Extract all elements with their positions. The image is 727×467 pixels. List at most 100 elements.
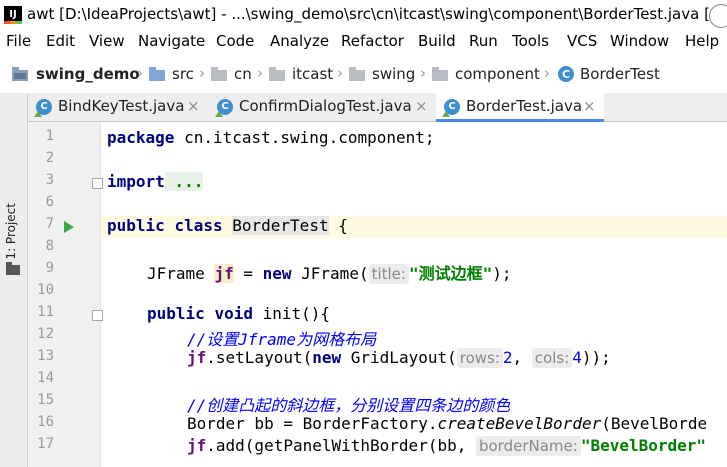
code-comment[interactable]: //设置Jframe为网格布局 [187, 326, 376, 350]
code-token: Border bb = BorderFactory. [187, 414, 438, 433]
code-text[interactable]: public void init(){ [147, 304, 330, 323]
code-text[interactable]: jf.setLayout(new GridLayout(rows: 2, cols… [187, 348, 611, 368]
line-number: 2 [45, 150, 54, 166]
line-number: 13 [37, 348, 54, 364]
code-line: 16 Border bb = BorderFactory.createBevel… [0, 414, 727, 436]
breadcrumb-item-swing[interactable]: swing [372, 65, 415, 83]
title-bar: IJ awt [D:\IdeaProjects\awt] - ...\swing… [0, 0, 727, 31]
chevron-right-icon: › [137, 64, 143, 82]
keyword: new [312, 348, 342, 367]
line-number: 12 [37, 326, 54, 342]
menu-help[interactable]: Help [685, 32, 719, 50]
keyword: class [174, 216, 223, 235]
code-text[interactable]: jf.add(getPanelWithBorder(bb, borderName… [187, 436, 706, 456]
line-number: 11 [37, 304, 54, 320]
window-control-button[interactable] [709, 4, 727, 28]
folded-imports[interactable]: ... [164, 172, 204, 191]
code-line: 15 //创建凸起的斜边框，分别设置四条边的颜色 [0, 392, 727, 416]
keyword: void [214, 304, 253, 323]
tab-label: ConfirmDialogTest.java [239, 97, 412, 115]
code-text[interactable]: Border bb = BorderFactory.createBevelBor… [187, 414, 707, 433]
menu-navigate[interactable]: Navigate [138, 32, 205, 50]
fold-expand-icon[interactable] [92, 178, 103, 189]
class-name: BorderTest [232, 216, 329, 235]
close-icon[interactable]: × [415, 97, 428, 115]
code-line: 11 public void init(){ [0, 304, 727, 326]
menu-run[interactable]: Run [469, 32, 498, 50]
tab-confirmdialogtest[interactable]: C ConfirmDialogTest.java × [209, 93, 435, 121]
java-class-icon: C [215, 99, 233, 117]
menu-tools[interactable]: Tools [512, 32, 549, 50]
code-token: .add(getPanelWithBorder(bb, [206, 436, 476, 455]
code-line: 14 [0, 370, 727, 392]
parameter-hint: cols: [531, 348, 573, 368]
tab-bordertest[interactable]: C BorderTest.java × [436, 93, 604, 122]
code-token: { [328, 216, 348, 235]
close-icon[interactable]: × [187, 97, 200, 115]
chevron-right-icon: › [257, 64, 263, 82]
parameter-hint: borderName: [475, 436, 581, 456]
line-number: 10 [37, 282, 54, 298]
code-comment[interactable]: //创建凸起的斜边框，分别设置四条边的颜色 [187, 392, 510, 416]
keyword: import [107, 172, 165, 191]
code-token: )); [581, 348, 611, 367]
module-folder-icon [12, 67, 28, 81]
line-number: 1 [45, 128, 54, 144]
close-icon[interactable]: × [583, 97, 596, 115]
menu-bar: File Edit View Navigate Code Analyze Ref… [0, 30, 727, 52]
number-literal: 4 [572, 348, 582, 367]
breadcrumb-item-swing-demo[interactable]: swing_demo [36, 65, 140, 83]
chevron-right-icon: › [199, 64, 205, 82]
line-number: 8 [45, 238, 54, 254]
intellij-logo-icon: IJ [4, 6, 22, 24]
menu-window[interactable]: Window [610, 32, 669, 50]
menu-analyze[interactable]: Analyze [270, 32, 329, 50]
menu-refactor[interactable]: Refactor [341, 32, 404, 50]
code-line: 2 [0, 150, 727, 172]
menu-build[interactable]: Build [418, 32, 456, 50]
menu-file[interactable]: File [6, 32, 31, 50]
window-title: awt [D:\IdeaProjects\awt] - ...\swing_de… [27, 5, 727, 23]
code-line: 10 [0, 282, 727, 304]
code-line: 6 [0, 194, 727, 216]
line-number: 14 [37, 370, 54, 386]
breadcrumb-item-src[interactable]: src [172, 65, 194, 83]
code-token: GridLayout( [341, 348, 457, 367]
breadcrumb: swing_demo › src › cn › itcast › swing ›… [0, 59, 727, 88]
parameter-hint: title: [368, 264, 409, 284]
code-text[interactable]: import ... [107, 172, 204, 191]
field-name: jf [187, 348, 207, 367]
tab-bindkeytest[interactable]: C BindKeyTest.java × [28, 93, 208, 121]
package-folder-icon [349, 67, 365, 81]
code-text[interactable]: JFrame jf = new JFrame(title: "测试边框"); [147, 260, 512, 284]
code-text[interactable]: public class BorderTest { [107, 216, 348, 235]
run-icon[interactable] [64, 221, 74, 233]
menu-edit[interactable]: Edit [46, 32, 75, 50]
code-token: = [233, 264, 263, 283]
breadcrumb-item-component[interactable]: component [455, 65, 540, 83]
breadcrumb-item-cn[interactable]: cn [234, 65, 252, 83]
fold-collapse-icon[interactable] [92, 310, 103, 321]
chevron-right-icon: › [420, 64, 426, 82]
code-token: JFrame [147, 264, 215, 283]
field-name: jf [187, 436, 207, 455]
code-token: , [512, 348, 532, 367]
java-class-icon: C [558, 66, 574, 82]
code-token: init(){ [252, 304, 331, 323]
keyword: new [262, 264, 292, 283]
parameter-hint: rows: [456, 348, 503, 368]
string-literal: "测试边框" [408, 264, 493, 283]
menu-view[interactable]: View [89, 32, 125, 50]
menu-vcs[interactable]: VCS [567, 32, 597, 50]
method-name: createBevelBorder [437, 414, 602, 433]
breadcrumb-item-bordertest[interactable]: BorderTest [580, 65, 660, 83]
code-token: JFrame( [291, 264, 369, 283]
code-line: 17 jf.add(getPanelWithBorder(bb, borderN… [0, 436, 727, 458]
menu-code[interactable]: Code [216, 32, 254, 50]
code-token: (BevelBorde [601, 414, 708, 433]
tab-label: BorderTest.java [466, 97, 583, 115]
line-number: 17 [37, 436, 54, 452]
code-text[interactable]: package cn.itcast.swing.component; [107, 128, 435, 147]
breadcrumb-item-itcast[interactable]: itcast [292, 65, 333, 83]
keyword: public [147, 304, 205, 323]
